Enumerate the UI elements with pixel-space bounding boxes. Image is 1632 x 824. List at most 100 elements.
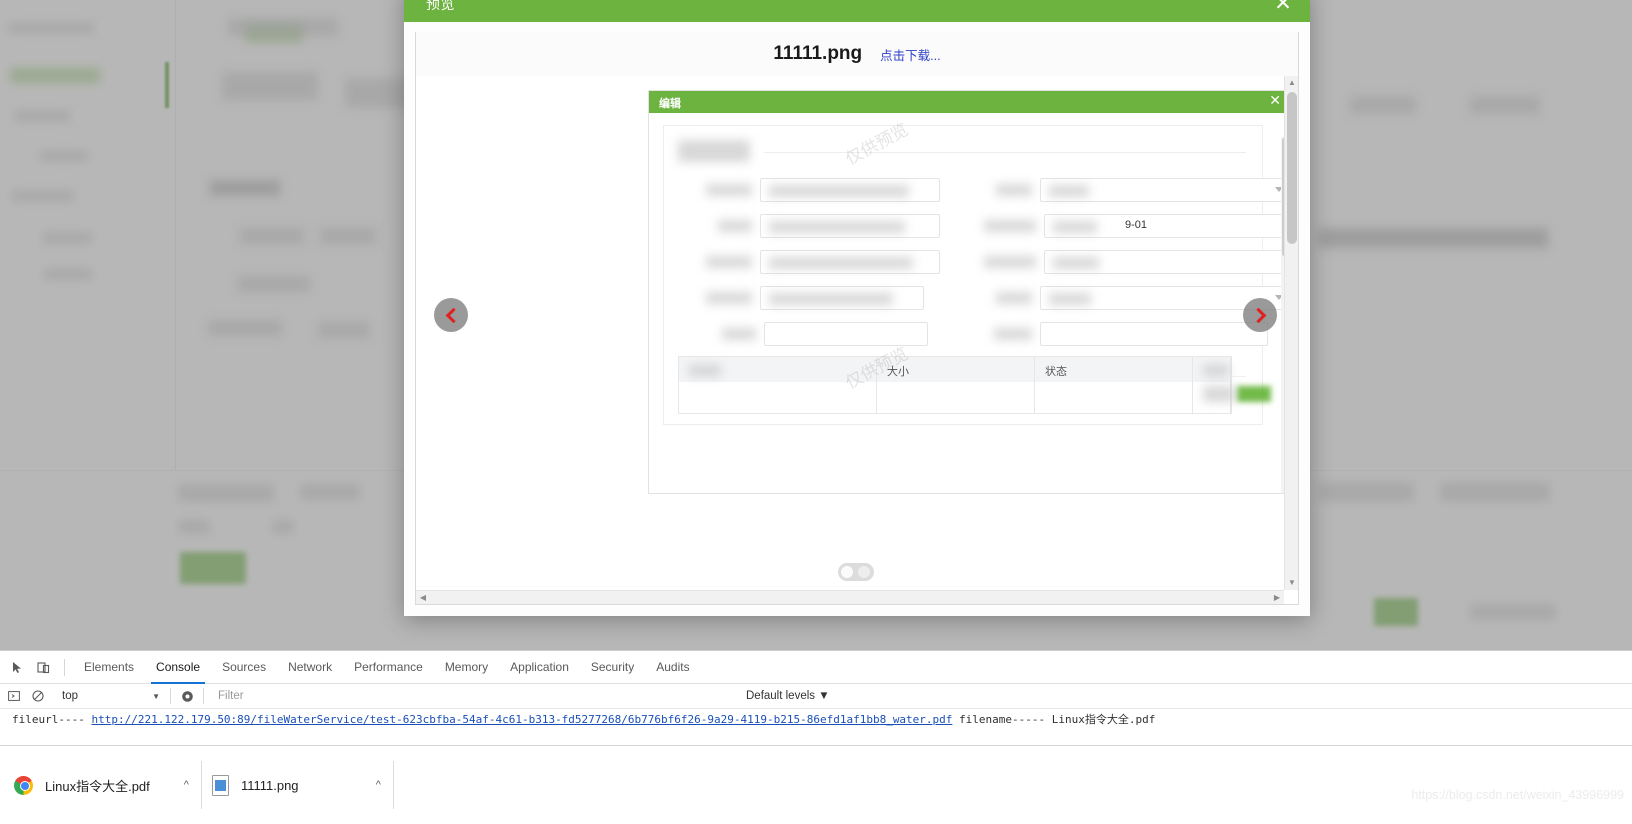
clear-console-icon[interactable] <box>26 684 50 708</box>
table-row[interactable] <box>679 382 1271 414</box>
previewed-image: 编辑 ✕ 9-01 大小 状态 仅供预览 仅供预览 <box>648 90 1294 494</box>
tab-memory[interactable]: Memory <box>434 651 499 684</box>
live-expression-icon[interactable] <box>175 684 199 708</box>
tab-network[interactable]: Network <box>277 651 343 684</box>
blur-field-value <box>1053 221 1097 233</box>
previewed-form-card: 9-01 大小 状态 仅供预览 仅供预览 <box>663 120 1293 425</box>
show-console-sidebar-icon[interactable] <box>2 684 26 708</box>
preview-modal-title: 预览 <box>426 0 455 12</box>
toggle-knob-secondary[interactable] <box>858 566 870 578</box>
divider <box>170 688 171 704</box>
column-header-name <box>679 357 877 382</box>
blur-field-value <box>769 257 913 269</box>
chevron-up-icon[interactable]: ^ <box>354 779 381 791</box>
tab-audits[interactable]: Audits <box>645 651 700 684</box>
chrome-icon <box>14 775 33 795</box>
chevron-right-icon <box>1250 307 1266 323</box>
blur-field-input[interactable] <box>760 250 940 274</box>
console-log-prefix: fileurl---- <box>12 713 92 726</box>
blur-action-text <box>1203 386 1235 402</box>
blur-field-value <box>769 293 893 305</box>
previewed-image-header: 编辑 ✕ <box>649 91 1293 113</box>
preview-modal-header: 预览 ✕ <box>404 0 1310 22</box>
blur-field-label <box>984 220 1036 232</box>
chevron-up-icon[interactable]: ^ <box>162 779 189 791</box>
log-levels-dropdown[interactable]: Default levels ▼ <box>746 690 830 702</box>
execution-context-select[interactable]: top ▼ <box>52 684 166 708</box>
blur-field-label <box>994 328 1032 340</box>
blur-field-label <box>706 184 752 196</box>
divider <box>64 658 65 676</box>
preview-vertical-scrollbar[interactable]: ▲ ▼ <box>1284 76 1298 590</box>
blur-action-button[interactable] <box>1237 386 1271 402</box>
image-scroll-area[interactable]: 编辑 ✕ 9-01 大小 状态 仅供预览 仅供预览 <box>416 76 1298 604</box>
download-bar: Linux指令大全.pdf ^ 11111.png ^ https://blog… <box>0 745 1632 824</box>
chevron-left-icon <box>445 307 461 323</box>
blur-field-input[interactable] <box>764 322 928 346</box>
tab-performance[interactable]: Performance <box>343 651 434 684</box>
scroll-down-icon[interactable]: ▼ <box>1285 576 1298 590</box>
date-value: 9-01 <box>1125 219 1148 231</box>
scroll-right-icon[interactable]: ▶ <box>1270 591 1284 604</box>
divider <box>764 152 1246 153</box>
blur-field-label <box>718 220 752 232</box>
devtools-panel: Elements Console Sources Network Perform… <box>0 650 1632 745</box>
blur-field-input[interactable] <box>760 214 940 238</box>
column-header-status: 状态 <box>1035 357 1193 382</box>
download-item-name: 11111.png <box>240 777 299 793</box>
blur-field-label <box>984 256 1036 268</box>
blur-field-input[interactable] <box>1040 322 1268 346</box>
close-icon[interactable]: ✕ <box>1272 0 1294 15</box>
image-preview-modal: 预览 ✕ 11111.png 点击下载... 编辑 ✕ 9-01 大小 状态 仅… <box>404 0 1310 616</box>
preview-horizontal-scrollbar[interactable]: ◀ ▶ <box>416 590 1284 604</box>
previous-image-button[interactable] <box>434 298 468 332</box>
tab-elements[interactable]: Elements <box>73 651 145 684</box>
blur-field-value <box>769 221 905 233</box>
chevron-down-icon: ▼ <box>152 691 160 701</box>
tab-console[interactable]: Console <box>145 651 211 684</box>
tab-application[interactable]: Application <box>499 651 580 684</box>
date-field[interactable]: 9-01 <box>1044 214 1293 238</box>
search-input[interactable] <box>208 684 708 708</box>
previewed-image-title: 编辑 <box>659 98 681 110</box>
blur-field-input[interactable] <box>760 286 924 310</box>
inspect-element-icon[interactable] <box>4 654 30 680</box>
image-watermark: 仅供预览 <box>842 119 912 170</box>
blur-field-input[interactable] <box>1044 250 1293 274</box>
tab-sources[interactable]: Sources <box>211 651 277 684</box>
console-log-url[interactable]: http://221.122.179.50:89/fileWaterServic… <box>91 713 952 726</box>
blur-field-value <box>769 185 909 197</box>
file-title-row: 11111.png 点击下载... <box>416 32 1298 76</box>
execution-context-value: top <box>62 690 78 702</box>
png-file-icon <box>211 774 229 796</box>
blur-field-label <box>706 256 752 268</box>
toggle-knob[interactable] <box>841 566 853 578</box>
blur-field-label <box>722 328 756 340</box>
console-filter-bar: top ▼ Default levels ▼ <box>0 684 1632 709</box>
next-image-button[interactable] <box>1243 298 1277 332</box>
blur-column-label <box>1203 365 1229 376</box>
blur-field-label <box>996 292 1032 304</box>
zoom-toggle[interactable] <box>838 563 874 581</box>
download-item-png[interactable]: 11111.png ^ <box>202 761 394 809</box>
preview-modal-body: 11111.png 点击下载... 编辑 ✕ 9-01 大小 状态 仅供预览 仅… <box>415 32 1299 605</box>
tab-security[interactable]: Security <box>580 651 645 684</box>
blur-field-input[interactable] <box>760 178 940 202</box>
scroll-left-icon[interactable]: ◀ <box>416 591 430 604</box>
devtools-tabbar: Elements Console Sources Network Perform… <box>0 651 1632 684</box>
download-item-name: Linux指令大全.pdf <box>45 778 150 794</box>
download-item-pdf[interactable]: Linux指令大全.pdf ^ <box>4 761 202 809</box>
blur-form-title <box>678 140 750 162</box>
download-link[interactable]: 点击下载... <box>880 45 940 64</box>
scroll-up-icon[interactable]: ▲ <box>1285 76 1298 90</box>
blur-field-select[interactable] <box>1040 178 1292 202</box>
blur-field-value <box>1049 185 1089 197</box>
console-output: fileurl---- http://221.122.179.50:89/fil… <box>0 709 1632 745</box>
page-title: 11111.png <box>773 43 863 64</box>
device-toolbar-icon[interactable] <box>30 654 56 680</box>
table-header-row: 大小 状态 <box>679 357 1231 382</box>
scrollbar-thumb[interactable] <box>1287 92 1297 244</box>
previewed-image-body: 9-01 大小 状态 仅供预览 仅供预览 <box>649 113 1293 493</box>
blur-field-label <box>706 292 752 304</box>
blur-column-label <box>689 365 721 376</box>
